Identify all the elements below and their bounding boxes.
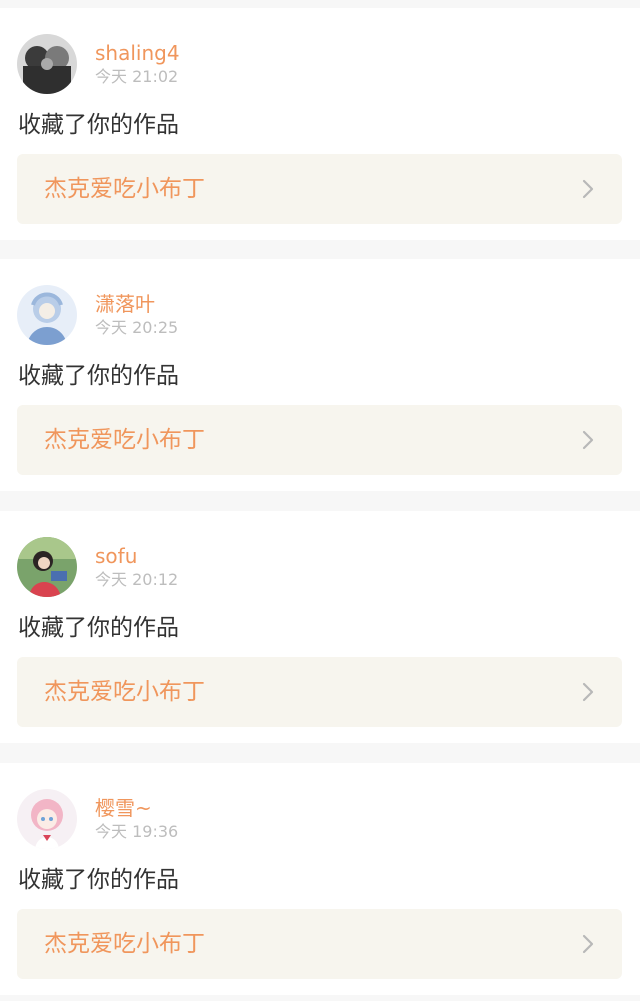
- work-link[interactable]: 杰克爱吃小布丁: [17, 154, 622, 224]
- avatar-image-icon: [17, 34, 77, 94]
- notification-card: shaling4 今天 21:02 收藏了你的作品 杰克爱吃小布丁: [0, 8, 640, 240]
- notification-feed: shaling4 今天 21:02 收藏了你的作品 杰克爱吃小布丁 潇落叶 今天…: [0, 0, 640, 1001]
- username[interactable]: 樱雪~: [95, 795, 152, 821]
- work-link[interactable]: 杰克爱吃小布丁: [17, 405, 622, 475]
- timestamp: 今天 21:02: [95, 67, 179, 86]
- avatar[interactable]: [17, 34, 77, 94]
- action-text: 收藏了你的作品: [18, 867, 179, 893]
- work-title: 杰克爱吃小布丁: [44, 176, 205, 202]
- avatar[interactable]: [17, 537, 77, 597]
- username[interactable]: sofu: [95, 543, 137, 569]
- timestamp: 今天 20:25: [95, 318, 179, 337]
- avatar[interactable]: [17, 285, 77, 345]
- avatar-image-icon: [17, 285, 77, 345]
- work-link[interactable]: 杰克爱吃小布丁: [17, 657, 622, 727]
- chevron-right-icon: [578, 682, 598, 702]
- action-text: 收藏了你的作品: [18, 363, 179, 389]
- timestamp: 今天 20:12: [95, 570, 179, 589]
- action-text: 收藏了你的作品: [18, 112, 179, 138]
- work-link[interactable]: 杰克爱吃小布丁: [17, 909, 622, 979]
- chevron-right-icon: [578, 430, 598, 450]
- notification-card: 樱雪~ 今天 19:36 收藏了你的作品 杰克爱吃小布丁: [0, 763, 640, 995]
- work-title: 杰克爱吃小布丁: [44, 427, 205, 453]
- timestamp: 今天 19:36: [95, 822, 179, 841]
- work-title: 杰克爱吃小布丁: [44, 679, 205, 705]
- avatar[interactable]: [17, 789, 77, 849]
- avatar-image-icon: [17, 789, 77, 849]
- chevron-right-icon: [578, 934, 598, 954]
- username[interactable]: 潇落叶: [95, 291, 155, 317]
- work-title: 杰克爱吃小布丁: [44, 931, 205, 957]
- notification-card: sofu 今天 20:12 收藏了你的作品 杰克爱吃小布丁: [0, 511, 640, 743]
- chevron-right-icon: [578, 179, 598, 199]
- username[interactable]: shaling4: [95, 40, 180, 66]
- avatar-image-icon: [17, 537, 77, 597]
- action-text: 收藏了你的作品: [18, 615, 179, 641]
- notification-card: 潇落叶 今天 20:25 收藏了你的作品 杰克爱吃小布丁: [0, 259, 640, 491]
